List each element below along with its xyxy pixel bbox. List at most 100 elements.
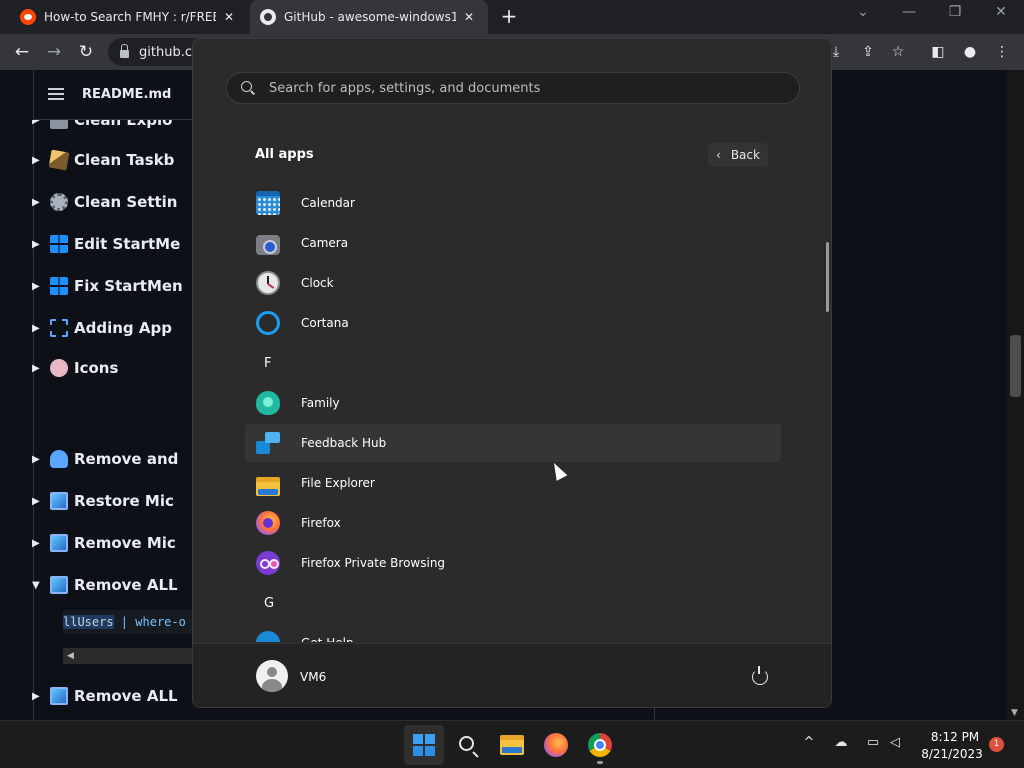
app-family[interactable]: Family [245, 384, 781, 422]
share-icon[interactable]: ⇪ [858, 42, 878, 62]
side-panel-icon[interactable]: ◧ [928, 42, 948, 62]
expand-triangle-icon: ▶ [32, 495, 40, 507]
app-firefox-private-browsing[interactable]: Firefox Private Browsing [245, 544, 781, 582]
app-firefox[interactable]: Firefox [245, 504, 781, 542]
github-icon [260, 9, 276, 25]
minimize-button[interactable]: — [894, 4, 924, 20]
lock-icon [120, 43, 129, 58]
close-window-button[interactable]: ✕ [986, 4, 1016, 20]
taskbar-firefox[interactable] [536, 725, 576, 765]
file-explorer-icon [500, 735, 524, 755]
section-icons[interactable]: ▶ Icons [32, 356, 118, 380]
restore-button[interactable]: ❐ [940, 4, 970, 20]
scroll-left-icon[interactable]: ◀ [67, 651, 74, 661]
outline-list-icon[interactable] [48, 88, 64, 100]
new-tab-button[interactable]: + [498, 6, 520, 28]
app-name: Clock [301, 276, 334, 290]
section-label: Icons [74, 359, 119, 377]
app-file-explorer[interactable]: File Explorer [245, 464, 781, 502]
code-token: where-o [135, 615, 186, 629]
power-icon[interactable] [752, 666, 768, 685]
app-calendar[interactable]: Calendar [245, 184, 781, 222]
profile-icon[interactable]: ● [960, 42, 980, 62]
cortana-icon [256, 311, 280, 335]
section-label: Clean Taskb [74, 151, 175, 169]
section-remove-and[interactable]: ▶ Remove and [32, 447, 178, 471]
chrome-icon [588, 733, 612, 757]
scroll-down-icon[interactable]: ▼ [1011, 708, 1018, 718]
section-label: Remove ALL [74, 576, 178, 594]
volume-icon[interactable]: ◁ [884, 735, 906, 750]
taskbar-search-button[interactable] [448, 725, 488, 765]
network-icon[interactable]: ▭ [862, 735, 884, 750]
start-user-bar: VM6 [193, 643, 831, 707]
screen: How-to Search FMHY : r/FREEMEDIAHECKYEAH… [0, 0, 1024, 768]
app-camera[interactable]: Camera [245, 224, 781, 262]
section-label: Restore Mic [74, 492, 174, 510]
section-remove-all-expanded[interactable]: ▼ Remove ALL [32, 573, 178, 597]
back-button[interactable]: ‹ Back [708, 143, 768, 167]
user-avatar[interactable] [256, 660, 288, 692]
letter-header-f[interactable]: F [264, 356, 271, 371]
taskbar-chrome[interactable] [580, 725, 620, 765]
forward-arrow-icon[interactable]: → [42, 40, 66, 64]
family-icon [256, 391, 280, 415]
close-tab-icon[interactable]: ✕ [224, 10, 234, 24]
gear-icon [50, 193, 68, 211]
palette-icon [50, 359, 68, 377]
clock-date[interactable]: 8/21/2023 [914, 747, 990, 761]
menu-kebab-icon[interactable]: ⋮ [992, 42, 1012, 62]
section-remove-microsoft[interactable]: ▶ Remove Mic [32, 531, 176, 555]
close-tab-icon[interactable]: ✕ [464, 10, 474, 24]
section-restore-microsoft[interactable]: ▶ Restore Mic [32, 489, 174, 513]
app-clock[interactable]: Clock [245, 264, 781, 302]
tab-search-icon[interactable]: ⌄ [848, 4, 878, 20]
section-remove-all[interactable]: ▶ Remove ALL [32, 684, 178, 708]
app-name: Calendar [301, 196, 355, 210]
expand-triangle-icon: ▶ [32, 322, 40, 334]
tab-title: How-to Search FMHY : r/FREEMEDIAHECKYEAH [44, 10, 216, 24]
url-text: github.c [139, 44, 192, 60]
tab-reddit[interactable]: How-to Search FMHY : r/FREEMEDIAHECKYEAH… [10, 0, 248, 34]
calendar-icon [256, 191, 280, 215]
start-menu: All apps ‹ Back Calendar Camera Clock Co… [192, 38, 832, 708]
user-name[interactable]: VM6 [300, 670, 326, 684]
section-clean-settings[interactable]: ▶ Clean Settin [32, 190, 177, 214]
clock-time[interactable]: 8:12 PM [920, 730, 990, 744]
page-scrollbar[interactable]: ▼ [1007, 70, 1024, 720]
app-list-scrollbar[interactable] [826, 242, 829, 312]
app-name: Cortana [301, 316, 349, 330]
chevron-left-icon: ‹ [716, 148, 721, 162]
code-horizontal-scrollbar[interactable]: ◀ [63, 648, 193, 664]
section-fix-startmenu[interactable]: ▶ Fix StartMen [32, 274, 183, 298]
taskbar-file-explorer[interactable] [492, 725, 532, 765]
section-label: Remove Mic [74, 534, 176, 552]
app-name: Firefox [301, 516, 341, 530]
back-arrow-icon[interactable]: ← [10, 40, 34, 64]
app-feedback-hub[interactable]: Feedback Hub [245, 424, 781, 462]
code-token: llUsers [63, 615, 114, 629]
heart-icon [50, 450, 68, 468]
letter-header-g[interactable]: G [264, 596, 274, 611]
bookmark-star-icon[interactable]: ☆ [888, 42, 908, 62]
store-icon [50, 492, 68, 510]
section-clean-taskbar[interactable]: ▶ Clean Taskb [32, 148, 174, 172]
section-adding-apps[interactable]: ▶ Adding App [32, 316, 172, 340]
reload-icon[interactable]: ↻ [74, 40, 98, 64]
start-search-box[interactable] [226, 72, 800, 104]
cloud-offline-icon[interactable]: ☁ [830, 735, 852, 750]
app-cortana[interactable]: Cortana [245, 304, 781, 342]
page-scrollbar-thumb[interactable] [1010, 335, 1021, 397]
notification-badge[interactable]: 1 [989, 737, 1004, 752]
start-search-input[interactable] [269, 80, 789, 96]
broom-icon [48, 149, 70, 171]
expand-triangle-icon: ▶ [32, 690, 40, 702]
tab-github[interactable]: GitHub - awesome-windows11/windows11 ✕ [250, 0, 488, 34]
address-bar[interactable]: github.c [108, 38, 200, 66]
section-edit-startmenu[interactable]: ▶ Edit StartMe [32, 232, 180, 256]
start-icon [413, 734, 435, 756]
start-button[interactable] [404, 725, 444, 765]
store-icon [50, 576, 68, 594]
section-label: Remove ALL [74, 687, 178, 705]
tray-overflow-icon[interactable]: ^ [798, 735, 820, 750]
